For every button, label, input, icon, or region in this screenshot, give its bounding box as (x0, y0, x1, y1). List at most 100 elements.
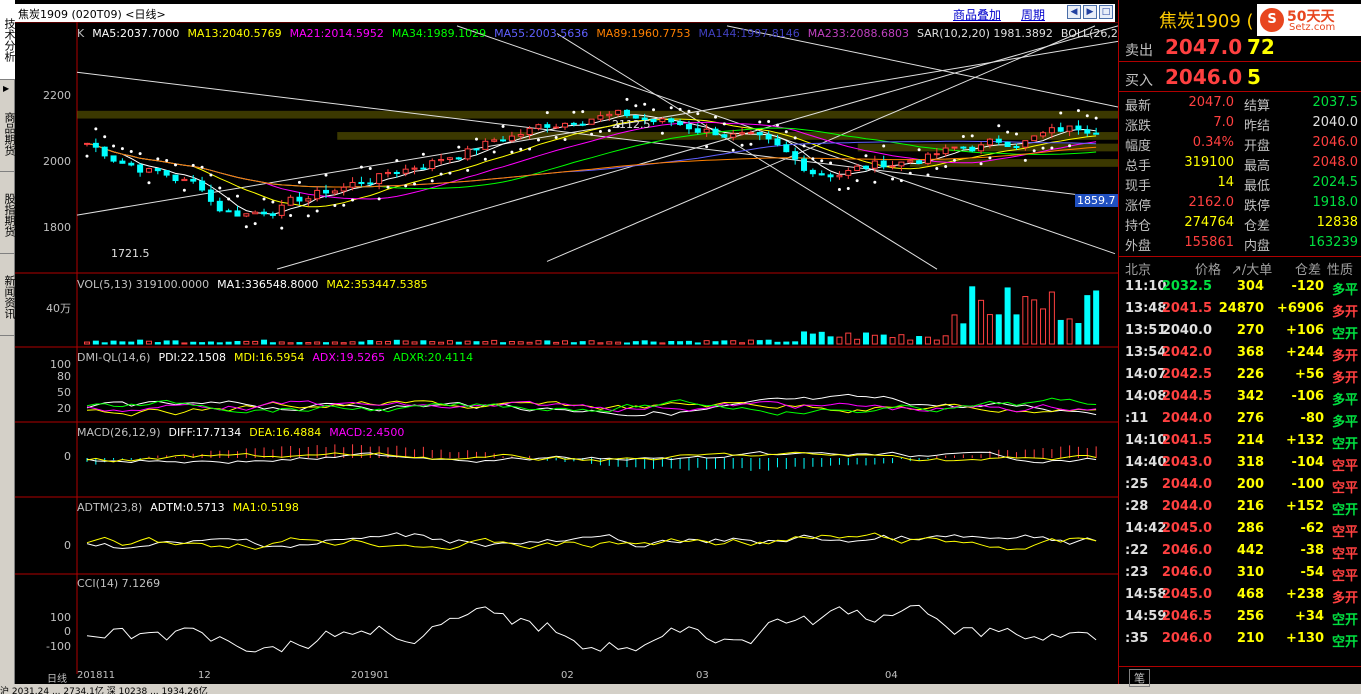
sar-dot (147, 181, 151, 185)
stat-label: 最新 (1125, 99, 1152, 114)
tick-row[interactable]: :23 2046.0 310 -54 空平 (1119, 562, 1361, 584)
sar-dot (297, 180, 301, 184)
sar-dot (156, 157, 160, 161)
tick-row[interactable]: 14:42 2045.0 286 -62 空平 (1119, 518, 1361, 540)
tick-row[interactable]: 14:08 2044.5 342 -106 多平 (1119, 386, 1361, 408)
candle-body (163, 170, 170, 176)
sar-dot (324, 173, 328, 177)
stat-row: 最新 2047.0 结算 2037.5 (1119, 93, 1361, 114)
cci-indicator: CCI(14) 7.1269 (77, 577, 161, 590)
overlay-button[interactable]: 商品叠加 (953, 6, 1001, 23)
candle-body (739, 132, 746, 135)
kline-indicator: MA5:2037.7000 (92, 27, 180, 40)
candle-body (101, 146, 108, 157)
sar-dot (572, 110, 576, 114)
stat-row: 涨停 2162.0 跌停 1918.0 (1119, 193, 1361, 214)
sar-dot (953, 158, 957, 162)
tab-technical-analysis[interactable]: 技术分析 (0, 0, 16, 80)
candle-body (1093, 132, 1100, 135)
candle-body (420, 167, 427, 170)
tick-row[interactable]: :25 2044.0 200 -100 空平 (1119, 474, 1361, 496)
sar-dot (501, 124, 505, 128)
tick-row[interactable]: :35 2046.0 210 +130 空开 (1119, 628, 1361, 650)
macd-indicator: DEA:16.4884 (249, 426, 322, 439)
chart-area[interactable]: K MA5:2037.7000 MA13:2040.5769 MA21:2014.59… (15, 22, 1135, 674)
contract-name: 焦炭1909 ( (1159, 11, 1254, 32)
sell-volume: 72 (1247, 35, 1275, 59)
tick-oi-change: +130 (1285, 631, 1324, 646)
oscillator-line (86, 532, 1097, 551)
volume-bar (756, 340, 763, 345)
volume-bar (455, 341, 462, 345)
x-axis-label: 201811 (77, 670, 116, 681)
sar-dot (802, 144, 806, 148)
tick-volume: 256 (1236, 609, 1264, 624)
tick-row[interactable]: 14:10 2041.5 214 +132 空开 (1119, 430, 1361, 452)
tab-commodity-futures[interactable]: 商品期货 (0, 96, 16, 172)
tick-volume: 270 (1236, 323, 1264, 338)
candle-body (544, 124, 551, 128)
quote-header: 焦炭1909 ( S 50天天 Setz.com (1119, 4, 1361, 36)
sar-dot (979, 162, 983, 166)
sar-dot (590, 132, 594, 136)
tick-row[interactable]: 14:59 2046.5 256 +34 空开 (1119, 606, 1361, 628)
buy-price: 2046.0 (1165, 65, 1243, 89)
tab-index-futures[interactable]: 股指期货 (0, 176, 16, 254)
vol-indicator: MA2:353447.5385 (326, 278, 428, 291)
tick-row[interactable]: 13:48 2041.5 24870 +6906 多开 (1119, 298, 1361, 320)
volume-bar (703, 340, 710, 345)
tick-price: 2032.5 (1161, 279, 1212, 294)
sar-dot (528, 147, 532, 151)
tick-row[interactable]: 14:58 2045.0 468 +238 多开 (1119, 584, 1361, 606)
next-icon[interactable]: ▶ (1083, 5, 1097, 19)
tick-row[interactable]: 14:07 2042.5 226 +56 多开 (1119, 364, 1361, 386)
tick-oi-change: -54 (1300, 565, 1325, 580)
period-button[interactable]: 周期 (1021, 6, 1045, 23)
macd-indicator: DIFF:17.7134 (168, 426, 242, 439)
candle-body (1040, 132, 1047, 137)
tick-row[interactable]: 14:40 2043.0 318 -104 空平 (1119, 452, 1361, 474)
sar-dot (749, 142, 753, 146)
macd-indicator: MACD:2.4500 (329, 426, 405, 439)
tick-price: 2044.0 (1161, 477, 1212, 492)
candle-body (1066, 125, 1073, 132)
chart-canvas[interactable] (15, 22, 1118, 674)
candle-body (323, 189, 330, 194)
tick-row[interactable]: :11 2044.0 276 -80 多平 (1119, 408, 1361, 430)
tick-row[interactable]: :28 2044.0 216 +152 空开 (1119, 496, 1361, 518)
candle-body (384, 171, 391, 175)
stat-label: 仓差 (1244, 219, 1271, 234)
tick-row[interactable]: 11:10 2032.5 304 -120 多平 (1119, 276, 1361, 298)
volume-bar (765, 339, 772, 345)
logo-mark: S (1260, 8, 1284, 32)
maximize-icon[interactable]: □ (1099, 5, 1113, 19)
stat-value: 14 (1217, 175, 1234, 190)
stat-value: 274764 (1184, 215, 1234, 230)
stat-label: 现手 (1125, 179, 1152, 194)
tick-price: 2046.0 (1161, 565, 1212, 580)
candle-body (500, 139, 507, 142)
sar-dot (1041, 146, 1045, 150)
sar-dot (120, 147, 124, 151)
sar-dot (430, 179, 434, 183)
volume-bar (305, 342, 312, 345)
dmi-indicator: PDI:22.1508 (158, 351, 226, 364)
volume-bar (827, 336, 834, 345)
tab-ticks[interactable]: 笔 (1129, 669, 1150, 687)
candle-body (712, 128, 719, 136)
tick-nature: 空平 (1331, 525, 1358, 540)
candle-body (588, 118, 595, 125)
volume-bar (668, 341, 675, 345)
tick-row[interactable]: :22 2046.0 442 -38 空平 (1119, 540, 1361, 562)
sar-dot (165, 158, 169, 162)
candle-body (517, 134, 524, 137)
candle-body (677, 121, 684, 126)
collapse-arrow-icon[interactable]: ▶ (3, 84, 9, 93)
tab-news[interactable]: 新闻资讯 (0, 258, 16, 336)
prev-icon[interactable]: ◀ (1067, 5, 1081, 19)
sar-dot (908, 171, 912, 175)
tick-row[interactable]: 13:54 2042.0 368 +244 多开 (1119, 342, 1361, 364)
sar-dot (519, 147, 523, 151)
sar-dot (483, 157, 487, 161)
tick-row[interactable]: 13:51 2040.0 270 +106 空开 (1119, 320, 1361, 342)
